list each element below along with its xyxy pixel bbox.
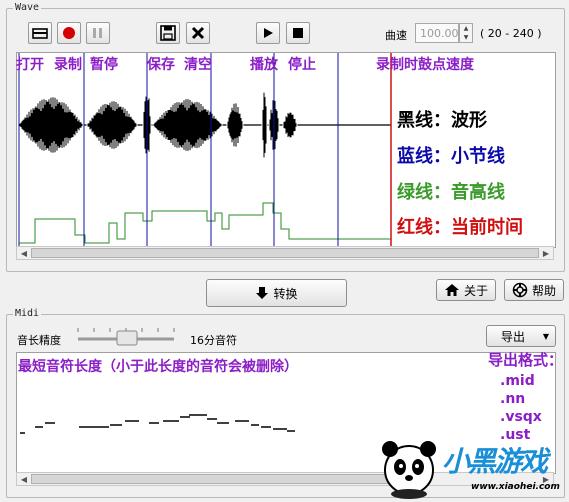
annotation-clear: 清空 (184, 57, 212, 73)
speed-label: 曲速 (385, 29, 407, 42)
pitch-line (19, 202, 391, 244)
spin-up-icon[interactable]: ▲ (460, 24, 472, 33)
slider-thumb[interactable] (116, 330, 138, 346)
annotation-record-tempo: 录制时鼓点速度 (376, 57, 474, 73)
annotation-record: 录制 (54, 57, 82, 73)
play-triangle-icon (264, 28, 273, 38)
save-button[interactable] (156, 22, 180, 44)
convert-button[interactable]: 转换 (206, 279, 347, 307)
note-length-label: 音长精度 (17, 334, 61, 347)
arrow-down-icon (256, 287, 269, 299)
x-clear-icon (191, 26, 205, 40)
speed-range: ( 20 - 240 ) (480, 27, 542, 40)
pause-button[interactable] (86, 22, 110, 44)
midi-notes (20, 414, 295, 434)
help-button[interactable]: 帮助 (504, 279, 564, 301)
floppy-disk-icon (160, 25, 176, 41)
scroll-right-icon[interactable]: ▶ (539, 247, 553, 259)
annotation-play: 播放 (250, 57, 278, 73)
convert-button-label: 转换 (273, 286, 298, 301)
open-button[interactable] (28, 22, 52, 44)
midi-group-title: Midi (13, 308, 42, 319)
legend-green: 绿线：音高线 (397, 182, 505, 203)
export-button-label: 导出 (501, 329, 526, 344)
wave-horizontal-scrollbar[interactable]: ◀ ▶ (16, 246, 554, 260)
watermark-logo: 小黑游戏 www.xiaohei.com (376, 432, 566, 500)
dropdown-arrow-icon: ▼ (542, 331, 549, 341)
annotation-stop: 停止 (288, 57, 316, 73)
stop-square-icon (293, 28, 303, 38)
min-note-annotation: 最短音符长度（小于此长度的音符会被删除） (18, 359, 298, 375)
wave-group-title: Wave (13, 2, 42, 13)
legend-red: 红线：当前时间 (397, 217, 523, 238)
export-formats-title: 导出格式： (488, 351, 564, 369)
speed-input[interactable] (415, 23, 459, 43)
about-button-label: 关于 (463, 283, 488, 298)
about-button[interactable]: 关于 (436, 279, 496, 301)
spin-down-icon[interactable]: ▼ (460, 33, 472, 42)
scroll-left-icon[interactable]: ◀ (17, 247, 31, 259)
bar-lines (18, 53, 339, 247)
format-item: .nn (500, 391, 526, 407)
format-item: .mid (500, 373, 535, 389)
format-item: .vsqx (500, 409, 542, 425)
record-dot-icon (63, 27, 75, 39)
annotation-pause: 暂停 (90, 57, 118, 73)
midi-scroll-thumb[interactable] (31, 474, 411, 484)
note-length-value: 16分音符 (190, 334, 237, 347)
annotation-save: 保存 (147, 57, 175, 73)
record-button[interactable] (57, 22, 81, 44)
legend-blue: 蓝线：小节线 (397, 146, 505, 167)
speed-spinner[interactable]: ▲ ▼ (459, 23, 473, 43)
stop-button[interactable] (286, 22, 310, 44)
waveform-line (19, 89, 392, 161)
lifebuoy-icon (512, 282, 528, 298)
folder-open-icon (32, 28, 48, 39)
midi-scroll-left-icon[interactable]: ◀ (17, 473, 31, 485)
watermark-url: www.xiaohei.com (471, 482, 560, 492)
play-button[interactable] (256, 22, 280, 44)
help-button-label: 帮助 (531, 283, 556, 298)
legend-black: 黑线：波形 (397, 110, 487, 131)
panda-icon (382, 441, 436, 499)
home-icon (444, 284, 459, 296)
watermark-brand: 小黑游戏 (442, 445, 548, 478)
annotation-open: 打开 (16, 57, 44, 73)
scroll-thumb[interactable] (31, 248, 539, 258)
note-length-slider[interactable] (76, 322, 176, 348)
export-button[interactable]: 导出 ▼ (486, 325, 556, 347)
clear-button[interactable] (186, 22, 210, 44)
pause-icon (93, 28, 102, 38)
